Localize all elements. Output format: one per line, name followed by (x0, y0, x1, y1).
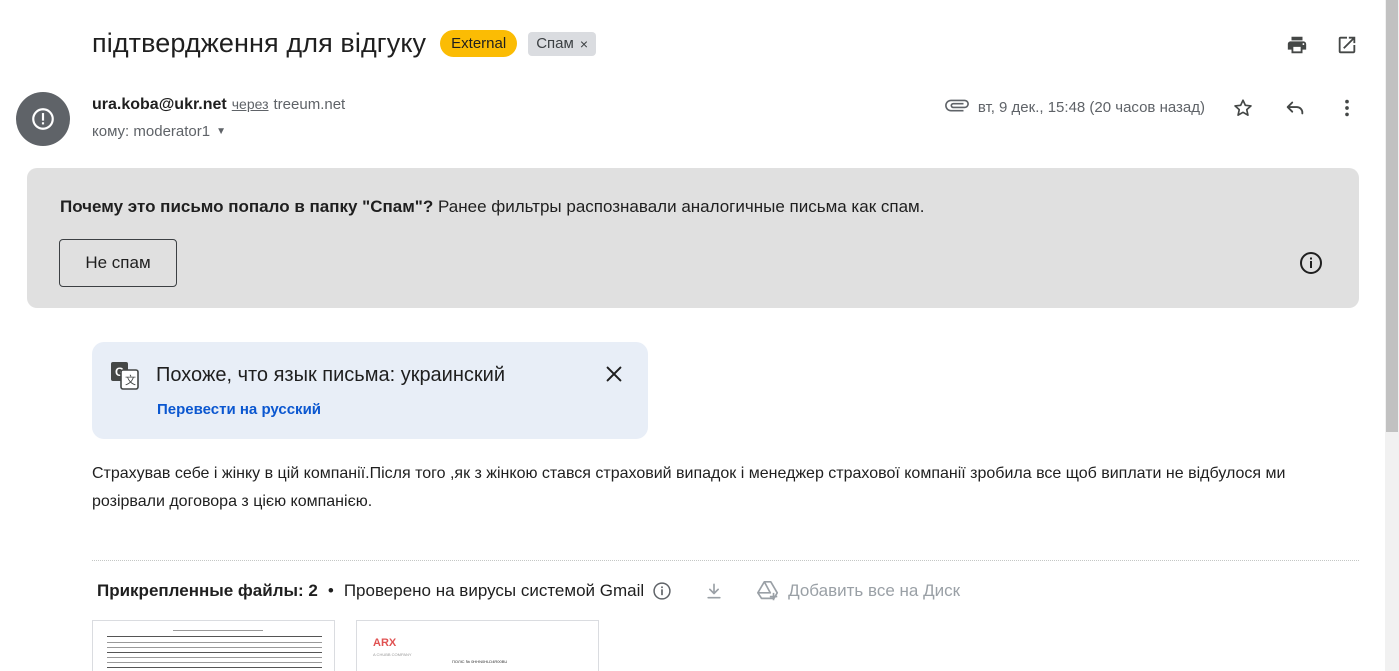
spam-question: Почему это письмо попало в папку "Спам"? (60, 197, 434, 216)
document-line (107, 667, 322, 668)
message-meta: вт, 9 дек., 15:48 (20 часов назад) (944, 92, 1359, 123)
attachment-thumbnail[interactable]: ARX A CHUBB COMPANY ПОЛІС № 0ННN0HLD4R00… (356, 620, 599, 671)
close-icon[interactable] (602, 362, 626, 386)
remove-label-icon[interactable]: × (580, 35, 588, 53)
attachments-header: Прикрепленные файлы: 2 • Проверено на ви… (97, 579, 960, 603)
top-actions (1285, 33, 1359, 57)
reply-icon[interactable] (1283, 96, 1307, 120)
sender-line: ura.koba@ukr.net через treeum.net (92, 96, 345, 114)
virus-scan-text: Проверено на вирусы системой Gmail (343, 581, 645, 600)
scrollbar-thumb[interactable] (1386, 0, 1398, 432)
sender-avatar[interactable] (16, 92, 70, 146)
attachments-title: Прикрепленные файлы: 2 (97, 581, 318, 600)
email-subject: підтвердження для відгуку (92, 28, 427, 58)
show-details-chevron-icon[interactable]: ▼ (216, 126, 226, 137)
attachment-thumbnail[interactable] (92, 620, 335, 671)
document-line (107, 652, 322, 653)
document-line (107, 662, 322, 663)
drive-add-icon[interactable] (756, 579, 780, 603)
recipient-line: кому: moderator1 ▼ (92, 123, 226, 140)
sender-email[interactable]: ura.koba@ukr.net (92, 96, 227, 114)
via-link[interactable]: через (232, 96, 269, 112)
more-vertical-icon[interactable] (1335, 96, 1359, 120)
not-spam-button[interactable]: Не спам (59, 239, 177, 287)
scrollbar-track[interactable] (1385, 0, 1399, 671)
translate-banner: G文 Похоже, что язык письма: украинский П… (92, 342, 648, 439)
subject-row: підтвердження для відгуку External Спам … (92, 28, 597, 59)
arx-subtitle: A CHUBB COMPANY (373, 652, 412, 657)
add-all-to-drive[interactable]: Добавить все на Диск (788, 581, 960, 601)
translate-icon: G文 (110, 361, 140, 396)
warning-circle-icon (32, 108, 54, 130)
message-date: вт, 9 дек., 15:48 (20 часов назад) (977, 99, 1205, 116)
attachments-divider (92, 560, 1359, 561)
via-domain: treeum.net (273, 96, 346, 113)
spam-explanation: Ранее фильтры распознавали аналогичные п… (438, 197, 925, 216)
document-line (107, 647, 322, 648)
document-line (107, 636, 322, 637)
message-body: Страхував себе і жінку в цій компанії.Пі… (92, 465, 1286, 510)
translate-message: Похоже, что язык письма: украинский (156, 364, 505, 386)
document-line (107, 657, 322, 658)
document-line (107, 642, 322, 643)
translate-link[interactable]: Перевести на русский (157, 401, 321, 418)
recipient-text: кому: moderator1 (92, 123, 211, 140)
label-external[interactable]: External (440, 30, 518, 57)
info-icon[interactable] (1299, 251, 1323, 275)
arx-logo: ARX (373, 637, 397, 649)
label-spam[interactable]: Спам × (528, 31, 597, 56)
star-icon[interactable] (1231, 96, 1255, 120)
policy-number: ПОЛІС № 0ННN0HLD4R00BU (452, 659, 508, 664)
print-icon[interactable] (1285, 33, 1309, 57)
svg-text:文: 文 (125, 373, 136, 387)
paperclip-icon (944, 92, 970, 123)
spam-reason: Почему это письмо попало в папку "Спам"?… (60, 197, 924, 217)
label-spam-text: Спам (536, 34, 574, 52)
separator-bullet: • (327, 581, 334, 600)
open-in-new-window-icon[interactable] (1335, 33, 1359, 57)
download-icon[interactable] (702, 579, 726, 603)
document-line (173, 630, 263, 631)
spam-notice: Почему это письмо попало в папку "Спам"?… (27, 168, 1359, 308)
scan-info-icon[interactable] (650, 579, 674, 603)
